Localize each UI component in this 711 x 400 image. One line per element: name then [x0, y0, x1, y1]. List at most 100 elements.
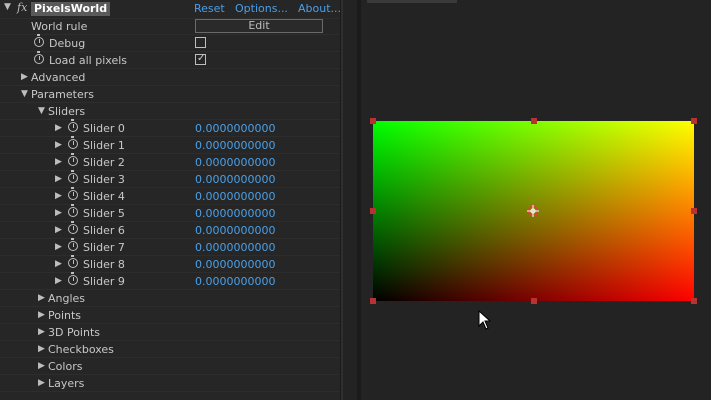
parameter-group[interactable]: ▶ Points [0, 307, 340, 324]
slider-value[interactable]: 0.0000000000 [195, 240, 275, 255]
slider-label: Slider 1 [83, 139, 125, 152]
debug-checkbox[interactable] [195, 37, 206, 48]
stopwatch-icon[interactable] [68, 255, 78, 268]
about-link[interactable]: About... [298, 2, 341, 16]
expand-arrow-icon[interactable]: ▶ [55, 189, 62, 204]
collapse-arrow-icon[interactable]: ▼ [38, 104, 45, 119]
anchor-point-icon[interactable] [527, 205, 539, 217]
effect-name[interactable]: PixelsWorld [31, 2, 111, 16]
layer-handle-bottom-right[interactable] [691, 298, 697, 304]
effect-header: ▼ fx PixelsWorld Reset Options... About.… [0, 0, 341, 19]
slider-label: Slider 5 [83, 207, 125, 220]
layer-handle-middle-left[interactable] [370, 208, 376, 214]
reset-link[interactable]: Reset [194, 2, 225, 16]
parameters-group[interactable]: ▼ Parameters [0, 86, 340, 103]
layer-handle-middle-right[interactable] [691, 208, 697, 214]
slider-row: ▶ Slider 6 0.0000000000 [0, 221, 340, 239]
stopwatch-icon[interactable] [34, 34, 44, 47]
layer-handle-bottom-center[interactable] [531, 298, 537, 304]
slider-value[interactable]: 0.0000000000 [195, 274, 275, 289]
parameter-group[interactable]: ▶ 3D Points [0, 324, 340, 341]
expand-arrow-icon[interactable]: ▶ [55, 121, 62, 136]
debug-row: Debug [0, 34, 340, 52]
stopwatch-icon[interactable] [68, 238, 78, 251]
slider-label: Slider 0 [83, 122, 125, 135]
parameter-group[interactable]: ▶ Colors [0, 358, 340, 375]
group-label: Angles [48, 292, 86, 305]
viewer-tab-strip [367, 0, 457, 3]
stopwatch-icon[interactable] [34, 51, 44, 64]
stopwatch-icon[interactable] [68, 272, 78, 285]
parameter-group[interactable]: ▶ Checkboxes [0, 341, 340, 358]
options-link[interactable]: Options... [235, 2, 288, 16]
slider-row: ▶ Slider 3 0.0000000000 [0, 170, 340, 188]
expand-arrow-icon[interactable]: ▶ [55, 240, 62, 255]
slider-row: ▶ Slider 4 0.0000000000 [0, 187, 340, 205]
layer-handle-top-left[interactable] [370, 118, 376, 124]
world-rule-label: World rule [31, 20, 88, 33]
edit-button[interactable]: Edit [195, 19, 323, 33]
effect-controls-panel: ▼ fx PixelsWorld Reset Options... About.… [0, 0, 341, 400]
expand-arrow-icon[interactable]: ▶ [55, 206, 62, 221]
slider-value[interactable]: 0.0000000000 [195, 121, 275, 136]
parameters-label: Parameters [31, 88, 94, 101]
expand-arrow-icon[interactable]: ▶ [38, 342, 45, 357]
layer-handle-top-center[interactable] [531, 118, 537, 124]
slider-value[interactable]: 0.0000000000 [195, 189, 275, 204]
slider-label: Slider 7 [83, 241, 125, 254]
effect-collapse-icon[interactable]: ▼ [4, 2, 11, 12]
slider-label: Slider 3 [83, 173, 125, 186]
world-rule-row: World rule Edit [0, 18, 340, 35]
parameter-group[interactable]: ▶ Layers [0, 375, 340, 392]
group-label: Checkboxes [48, 343, 114, 356]
group-label: Points [48, 309, 82, 322]
advanced-group[interactable]: ▶ Advanced [0, 69, 340, 86]
stopwatch-icon[interactable] [68, 153, 78, 166]
slider-label: Slider 8 [83, 258, 125, 271]
collapse-arrow-icon[interactable]: ▼ [21, 87, 28, 102]
load-all-pixels-row: Load all pixels ✓ [0, 51, 340, 69]
slider-row: ▶ Slider 7 0.0000000000 [0, 238, 340, 256]
expand-arrow-icon[interactable]: ▶ [38, 376, 45, 391]
expand-arrow-icon[interactable]: ▶ [55, 138, 62, 153]
load-all-pixels-label: Load all pixels [49, 54, 127, 67]
stopwatch-icon[interactable] [68, 170, 78, 183]
fx-toggle-icon[interactable]: fx [17, 1, 27, 14]
slider-value[interactable]: 0.0000000000 [195, 155, 275, 170]
group-label: Colors [48, 360, 83, 373]
slider-value[interactable]: 0.0000000000 [195, 206, 275, 221]
slider-value[interactable]: 0.0000000000 [195, 257, 275, 272]
slider-label: Slider 4 [83, 190, 125, 203]
expand-arrow-icon[interactable]: ▶ [38, 325, 45, 340]
slider-value[interactable]: 0.0000000000 [195, 223, 275, 238]
expand-arrow-icon[interactable]: ▶ [38, 291, 45, 306]
panel-divider[interactable] [341, 0, 343, 400]
expand-arrow-icon[interactable]: ▶ [55, 155, 62, 170]
layer-handle-bottom-left[interactable] [370, 298, 376, 304]
sliders-group[interactable]: ▼ Sliders [0, 103, 340, 120]
expand-arrow-icon[interactable]: ▶ [55, 172, 62, 187]
stopwatch-icon[interactable] [68, 136, 78, 149]
expand-arrow-icon[interactable]: ▶ [55, 274, 62, 289]
layer-handle-top-right[interactable] [691, 118, 697, 124]
stopwatch-icon[interactable] [68, 221, 78, 234]
slider-row: ▶ Slider 1 0.0000000000 [0, 136, 340, 154]
stopwatch-icon[interactable] [68, 204, 78, 217]
slider-value[interactable]: 0.0000000000 [195, 138, 275, 153]
slider-value[interactable]: 0.0000000000 [195, 172, 275, 187]
group-label: Layers [48, 377, 85, 390]
slider-label: Slider 2 [83, 156, 125, 169]
expand-arrow-icon[interactable]: ▶ [38, 308, 45, 323]
expand-arrow-icon[interactable]: ▶ [38, 359, 45, 374]
sliders-label: Sliders [48, 105, 86, 118]
slider-label: Slider 6 [83, 224, 125, 237]
parameter-group[interactable]: ▶ Angles [0, 290, 340, 307]
slider-label: Slider 9 [83, 275, 125, 288]
expand-arrow-icon[interactable]: ▶ [55, 223, 62, 238]
load-all-pixels-checkbox[interactable]: ✓ [195, 53, 206, 65]
expand-arrow-icon[interactable]: ▶ [55, 257, 62, 272]
stopwatch-icon[interactable] [68, 119, 78, 132]
mouse-cursor-icon [478, 310, 492, 330]
expand-arrow-icon[interactable]: ▶ [21, 70, 28, 85]
stopwatch-icon[interactable] [68, 187, 78, 200]
